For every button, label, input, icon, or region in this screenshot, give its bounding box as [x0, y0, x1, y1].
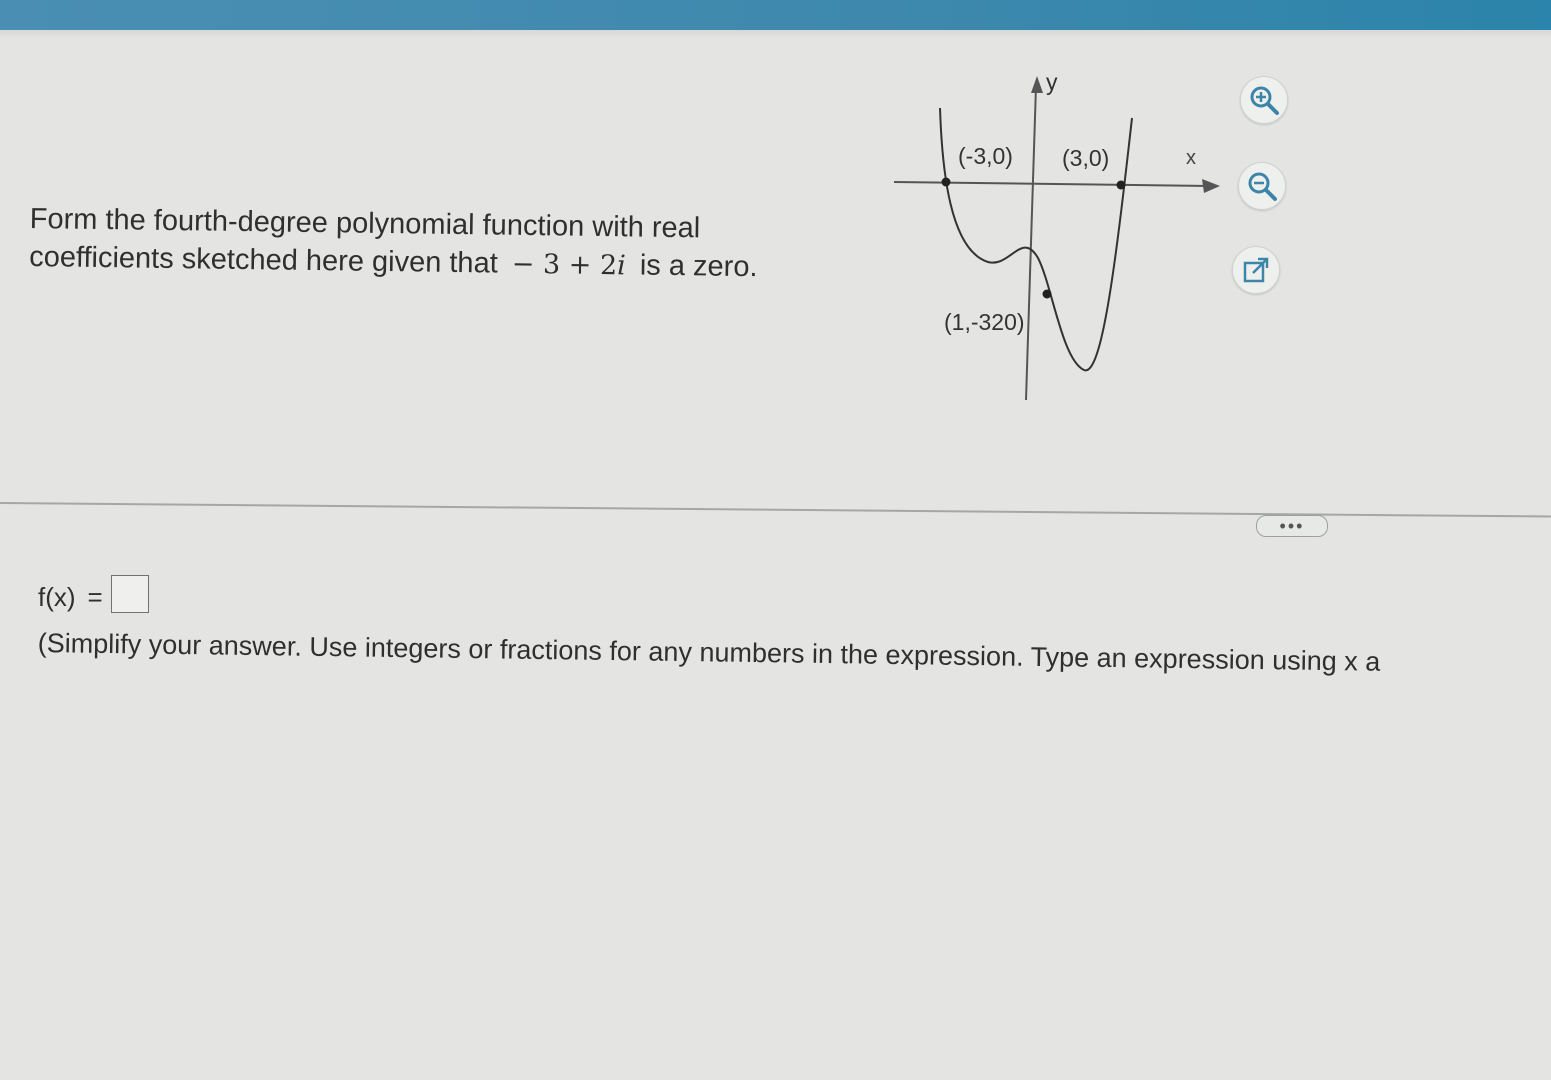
x-axis-arrow: [1202, 179, 1220, 193]
complex-zero-real: − 3 + 2: [511, 248, 618, 282]
question-text: Form the fourth-degree polynomial functi…: [29, 200, 830, 288]
point-3-0: [1116, 180, 1126, 190]
header-shadow: [0, 30, 1551, 38]
polynomial-graph: (-3,0) (3,0) (1,-320) y x: [880, 60, 1240, 420]
answer-input-box[interactable]: [110, 575, 149, 613]
question-line-2-suffix: is a zero.: [639, 249, 758, 284]
popout-button[interactable]: [1232, 246, 1280, 294]
zoom-in-button[interactable]: [1240, 76, 1288, 124]
zoom-in-icon: [1250, 86, 1279, 115]
answer-lhs: f(x): [38, 582, 76, 612]
point-1-neg320: [1042, 289, 1052, 299]
instruction-text: (Simplify your answer. Use integers or f…: [37, 627, 1381, 677]
question-line-2-prefix: coefficients sketched here given that: [28, 240, 498, 280]
point-c-label: (1,-320): [944, 309, 1025, 335]
y-axis-arrow: [1031, 76, 1043, 93]
zoom-out-button[interactable]: [1238, 162, 1286, 210]
graph-svg: (-3,0) (3,0) (1,-320) y x: [893, 69, 1220, 401]
complex-zero: − 3 + 2i: [512, 249, 626, 282]
more-options-button[interactable]: •••: [1256, 515, 1328, 537]
point-b-label: (3,0): [1062, 145, 1109, 171]
zoom-out-icon: [1248, 172, 1277, 201]
point-neg3-0: [941, 177, 951, 187]
answer-equals: =: [87, 582, 103, 612]
point-a-label: (-3,0): [958, 143, 1013, 169]
x-axis: [893, 181, 1211, 187]
top-header-bar: [0, 0, 1551, 30]
imaginary-unit: i: [616, 250, 627, 282]
external-link-icon: [1243, 257, 1269, 283]
y-axis-label: y: [1046, 69, 1058, 95]
x-axis-label: x: [1186, 147, 1196, 169]
answer-row: f(x) =: [38, 575, 149, 613]
y-axis: [1025, 85, 1037, 401]
